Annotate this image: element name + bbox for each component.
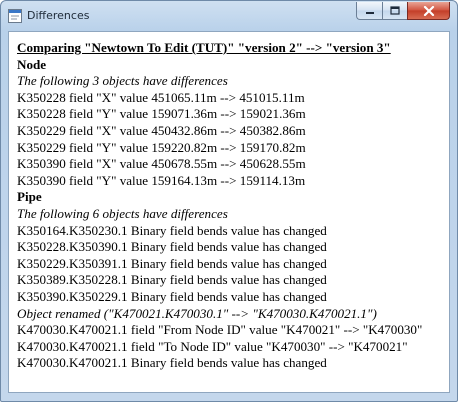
minimize-icon bbox=[365, 11, 374, 14]
difference-line: K350389.K350228.1 Binary field bends val… bbox=[17, 272, 327, 288]
window-app-icon[interactable] bbox=[8, 9, 22, 23]
difference-line: K470030.K470021.1 field "To Node ID" val… bbox=[17, 338, 408, 354]
close-button[interactable] bbox=[407, 2, 450, 20]
maximize-button[interactable] bbox=[382, 2, 407, 20]
section-heading: Node bbox=[17, 56, 47, 72]
difference-line: K350228 field "X" value 451065.11m --> 4… bbox=[17, 89, 305, 105]
note-line: Object renamed ("K470021.K470030.1" --> … bbox=[17, 305, 377, 321]
maximize-icon bbox=[390, 6, 400, 15]
report-heading: Comparing "Newtown To Edit (TUT)" "versi… bbox=[17, 40, 391, 55]
report-lines: Node The following 3 objects have differe… bbox=[17, 57, 449, 372]
difference-line: K470030.K470021.1 field "From Node ID" v… bbox=[17, 322, 423, 338]
difference-line: K350164.K350230.1 Binary field bends val… bbox=[17, 222, 327, 238]
minimize-button[interactable] bbox=[356, 2, 382, 20]
difference-line: K350390 field "X" value 450678.55m --> 4… bbox=[17, 156, 306, 172]
difference-line: K350229.K350391.1 Binary field bends val… bbox=[17, 255, 327, 271]
note-line: The following 3 objects have differences bbox=[17, 73, 228, 89]
window-controls bbox=[356, 2, 450, 21]
note-line: The following 6 objects have differences bbox=[17, 205, 228, 221]
window-title: Differences bbox=[27, 9, 90, 22]
close-icon bbox=[423, 5, 434, 16]
report-pane[interactable]: Comparing "Newtown To Edit (TUT)" "versi… bbox=[8, 31, 450, 393]
difference-line: K350228 field "Y" value 159071.36m --> 1… bbox=[17, 106, 306, 122]
difference-line: K350229 field "X" value 450432.86m --> 4… bbox=[17, 122, 306, 138]
difference-line: K350390.K350229.1 Binary field bends val… bbox=[17, 288, 327, 304]
difference-line: K350229 field "Y" value 159220.82m --> 1… bbox=[17, 139, 306, 155]
section-heading: Pipe bbox=[17, 189, 42, 205]
title-bar[interactable]: Differences bbox=[1, 1, 457, 31]
difference-line: K350390 field "Y" value 159164.13m --> 1… bbox=[17, 172, 306, 188]
differences-window: Differences Comparing "Newtown To Edit (… bbox=[0, 0, 458, 402]
difference-line: K470030.K470021.1 Binary field bends val… bbox=[17, 355, 327, 371]
difference-line: K350228.K350390.1 Binary field bends val… bbox=[17, 239, 327, 255]
